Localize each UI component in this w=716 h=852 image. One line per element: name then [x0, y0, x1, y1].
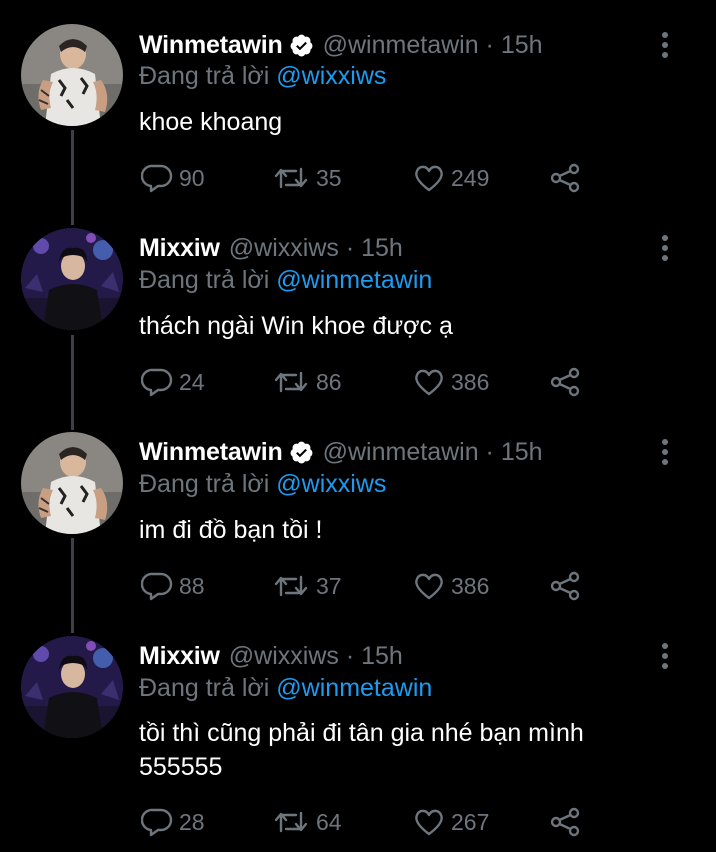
avatar-mixxiw[interactable]: [21, 636, 123, 738]
tweet-text: tồi thì cũng phải đi tân gia nhé bạn mìn…: [139, 716, 679, 784]
tweet-text-line: tồi thì cũng phải đi tân gia nhé bạn mìn…: [139, 719, 584, 747]
more-vertical-icon[interactable]: [654, 641, 676, 671]
share-icon: [550, 807, 580, 837]
heart-icon: [415, 809, 443, 836]
tweet-actions: 28 64 267: [139, 802, 589, 842]
display-name[interactable]: Mixxiw: [139, 642, 220, 671]
like-count: 267: [451, 808, 490, 835]
share-button[interactable]: [549, 802, 581, 842]
mention-link[interactable]: @winmetawin: [276, 674, 432, 702]
reply-icon: [141, 808, 173, 837]
tweet[interactable]: Mixxiw @wixxiws · 15h Đang trả lời @winm…: [0, 0, 716, 852]
reply-count: 28: [179, 808, 205, 835]
replying-to: Đang trả lời @winmetawin: [139, 674, 432, 703]
retweet-count: 64: [316, 808, 342, 835]
reply-button[interactable]: 28: [141, 802, 205, 842]
retweet-button[interactable]: 64: [272, 802, 342, 842]
retweet-icon: [274, 811, 308, 833]
like-button[interactable]: 267: [413, 802, 489, 842]
replying-prefix: Đang trả lời: [139, 674, 270, 702]
tweet-text-line: 555555: [139, 753, 223, 781]
handle-time[interactable]: @wixxiws · 15h: [229, 642, 403, 671]
